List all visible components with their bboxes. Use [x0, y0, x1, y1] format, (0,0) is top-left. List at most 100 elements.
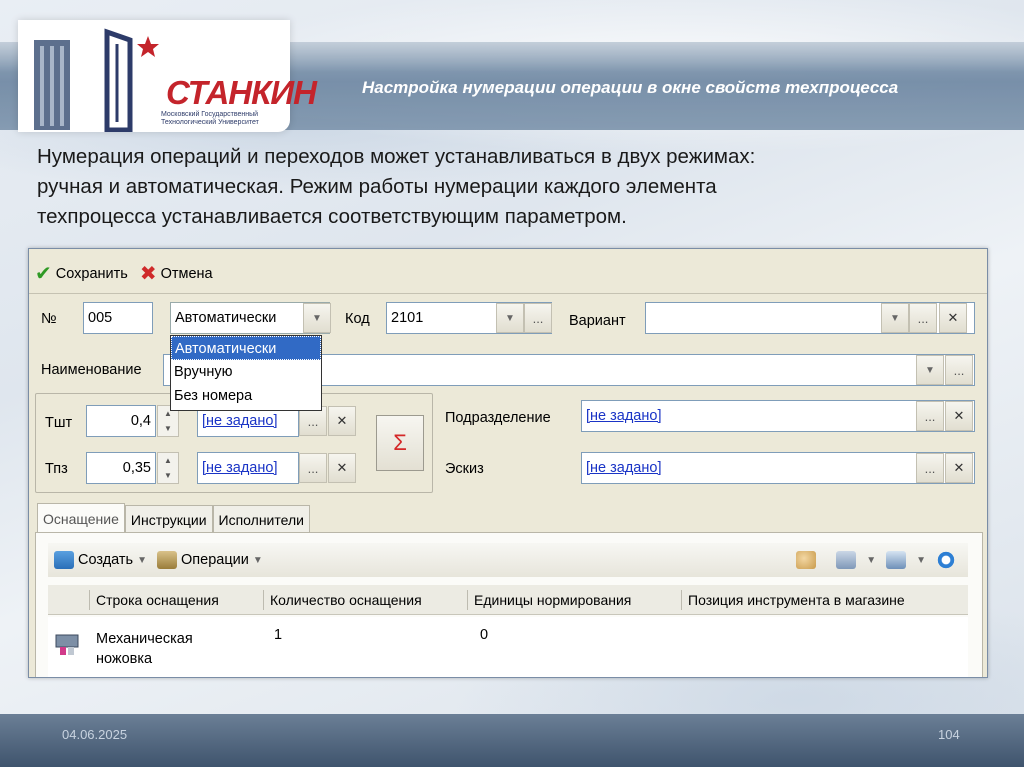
ellipsis-icon: ... — [953, 362, 965, 378]
numbering-mode-dropdown-button[interactable]: ▼ — [303, 303, 331, 333]
tsht-link[interactable]: [не задано] — [202, 413, 277, 429]
chevron-down-icon[interactable]: ▼ — [866, 555, 876, 566]
variant-label: Вариант — [569, 313, 626, 329]
variant-browse-button[interactable]: ... — [909, 303, 937, 333]
up-arrow-icon: ▲ — [164, 456, 172, 465]
equipment-name-cell: Механическая ножовка — [96, 629, 193, 669]
view-icon[interactable] — [886, 551, 907, 569]
column-header[interactable]: Количество оснащения — [264, 589, 468, 610]
table-row[interactable]: Механическая ножовка 1 0 — [48, 617, 968, 677]
option-no-number[interactable]: Без номера — [171, 384, 321, 408]
tpz-link[interactable]: [не задано] — [202, 460, 277, 476]
tpz-spinner[interactable]: ▲ ▼ — [157, 452, 179, 484]
create-button[interactable]: Создать ▼ — [54, 551, 147, 569]
numbering-mode-value: Автоматически — [175, 310, 277, 326]
column-header[interactable]: Строка оснащения — [90, 589, 264, 610]
name-label: Наименование — [41, 362, 142, 378]
sketch-browse-button[interactable]: ... — [916, 453, 944, 483]
close-icon: ✕ — [953, 460, 965, 475]
chevron-down-icon: ▼ — [505, 312, 515, 324]
ellipsis-icon: ... — [924, 460, 936, 476]
department-browse-button[interactable]: ... — [916, 401, 944, 431]
variant-dropdown-button[interactable]: ▼ — [881, 303, 909, 333]
tab-equipment[interactable]: Оснащение — [37, 503, 125, 533]
equipment-name: ножовка — [96, 651, 153, 667]
quantity-cell: 1 — [274, 627, 283, 643]
create-label: Создать — [78, 552, 134, 568]
save-button[interactable]: ✔ Сохранить — [35, 264, 128, 284]
tpz-browse-button[interactable]: ... — [299, 453, 327, 483]
refresh-icon[interactable] — [936, 551, 956, 569]
code-label: Код — [345, 311, 370, 327]
option-manual[interactable]: Вручную — [171, 360, 321, 384]
option-automatic[interactable]: Автоматически — [171, 336, 321, 360]
slide-page-number: 104 — [938, 727, 960, 742]
tab-instructions[interactable]: Инструкции — [124, 505, 213, 533]
code-browse-button[interactable]: ... — [524, 303, 552, 333]
sigma-calculate-button[interactable]: Σ — [376, 415, 424, 471]
ellipsis-icon: ... — [307, 460, 319, 476]
close-icon: ✕ — [953, 408, 965, 423]
chevron-down-icon: ▼ — [137, 554, 148, 566]
intro-text: Нумерация операций и переходов может уст… — [37, 142, 997, 232]
close-icon: ✕ — [947, 310, 959, 325]
operations-label: Операции — [181, 552, 249, 568]
number-input[interactable]: 005 — [83, 302, 153, 334]
close-icon: ✕ — [336, 413, 348, 428]
saw-tool-icon — [55, 634, 79, 655]
tsht-label: Тшт — [45, 415, 73, 431]
name-dropdown-button[interactable]: ▼ — [916, 355, 944, 385]
logo-text: СТАНКИН — [166, 74, 317, 111]
tpz-label: Тпз — [45, 461, 68, 477]
save-label: Сохранить — [55, 266, 128, 282]
operations-button[interactable]: Операции ▼ — [157, 551, 263, 569]
down-arrow-icon: ▼ — [164, 471, 172, 480]
ellipsis-icon: ... — [924, 408, 936, 424]
column-header[interactable]: Позиция инструмента в магазине — [682, 590, 966, 610]
sketch-link[interactable]: [не задано] — [586, 460, 661, 476]
slide-footer — [0, 714, 1024, 767]
cross-icon: ✖ — [139, 263, 157, 285]
units-cell: 0 — [480, 627, 489, 643]
operations-icon — [157, 551, 178, 569]
building-logo-icon — [34, 28, 159, 132]
sketch-clear-button[interactable]: ✕ — [945, 453, 973, 483]
column-header[interactable]: Единицы нормирования — [468, 589, 682, 610]
tpz-reference-field[interactable]: [не задано] — [197, 452, 299, 484]
sketch-label: Эскиз — [445, 461, 484, 477]
equipment-name: Механическая — [96, 631, 193, 647]
numbering-mode-options: Автоматически Вручную Без номера — [170, 335, 322, 411]
tsht-input[interactable]: 0,4 — [86, 405, 156, 437]
intro-line: техпроцесса устанавливается соответствую… — [37, 205, 627, 228]
intro-line: Нумерация операций и переходов может уст… — [37, 145, 756, 168]
grid-header-spacer — [48, 589, 90, 610]
tpz-input[interactable]: 0,35 — [86, 452, 156, 484]
slide-date: 04.06.2025 — [62, 727, 128, 742]
tsht-clear-button[interactable]: ✕ — [328, 406, 356, 436]
variant-clear-button[interactable]: ✕ — [939, 303, 967, 333]
logo-subtitle: Московский Государственный Технологическ… — [161, 111, 291, 127]
intro-line: ручная и автоматическая. Режим работы ну… — [37, 175, 717, 198]
chevron-down-icon: ▼ — [312, 312, 322, 324]
equipment-panel: Создать ▼ Операции ▼ ▼ ▼ Строка оснащени… — [35, 532, 983, 677]
check-icon: ✔ — [35, 263, 52, 285]
create-icon — [54, 551, 74, 569]
name-browse-button[interactable]: ... — [945, 355, 973, 385]
ellipsis-icon: ... — [532, 310, 544, 326]
chevron-down-icon[interactable]: ▼ — [916, 555, 926, 566]
tab-performers[interactable]: Исполнители — [212, 505, 310, 533]
logo-sub-line: Технологический Университет — [161, 119, 259, 126]
tab-strip: Оснащение Инструкции Исполнители — [37, 503, 310, 533]
grid-header: Строка оснащения Количество оснащения Ед… — [48, 585, 968, 615]
cancel-label: Отмена — [160, 266, 213, 282]
edit-icon[interactable] — [836, 551, 857, 569]
tpz-clear-button[interactable]: ✕ — [328, 453, 356, 483]
window-toolbar: ✔ Сохранить ✖ Отмена — [35, 257, 213, 291]
cancel-button[interactable]: ✖ Отмена — [140, 264, 213, 284]
department-clear-button[interactable]: ✕ — [945, 401, 973, 431]
code-dropdown-button[interactable]: ▼ — [496, 303, 524, 333]
down-arrow-icon: ▼ — [164, 424, 172, 433]
user-search-icon[interactable] — [796, 551, 817, 569]
department-link[interactable]: [не задано] — [586, 408, 661, 424]
chevron-down-icon: ▼ — [890, 312, 900, 324]
